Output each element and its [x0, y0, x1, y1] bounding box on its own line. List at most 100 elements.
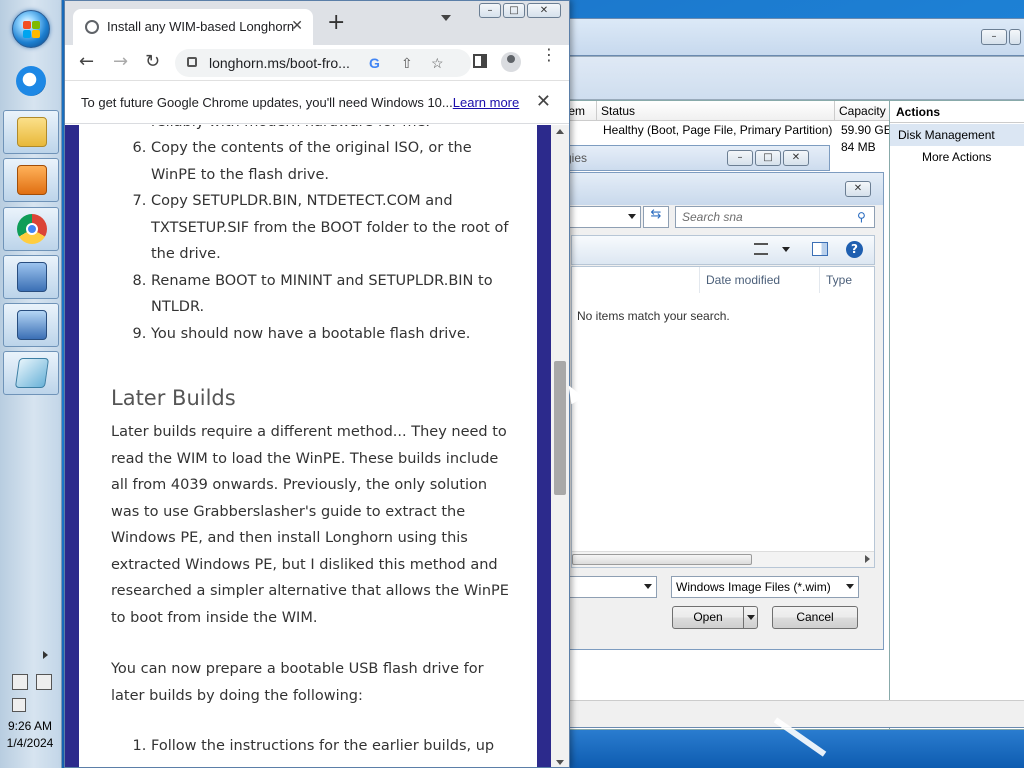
- close-button[interactable]: ✕: [527, 3, 561, 18]
- reload-button[interactable]: ↻: [145, 53, 160, 71]
- close-tab-icon[interactable]: ✕: [291, 17, 303, 34]
- view-menu-icon[interactable]: [754, 243, 768, 255]
- notepad-icon: [14, 358, 50, 388]
- action-center-icon[interactable]: [12, 674, 28, 690]
- scrollbar-thumb[interactable]: [554, 361, 566, 495]
- chrome-icon: [17, 214, 47, 244]
- browser-tab[interactable]: Install any WIM-based Longhorn ✕: [73, 9, 313, 45]
- file-type-select[interactable]: Windows Image Files (*.wim): [671, 576, 859, 598]
- horizontal-scrollbar[interactable]: [572, 551, 874, 567]
- taskbar-internet-explorer[interactable]: [3, 60, 59, 104]
- address-bar[interactable]: [561, 206, 641, 228]
- dialog-toolbar: ?: [571, 235, 875, 265]
- infobar-text: To get future Google Chrome updates, you…: [81, 95, 453, 110]
- clock-date[interactable]: 1/4/2024: [0, 736, 60, 750]
- column-header-capacity[interactable]: Capacity: [835, 101, 891, 121]
- dialog-close-button[interactable]: ✕: [845, 181, 871, 197]
- lock-icon: [187, 57, 197, 67]
- refresh-button[interactable]: ⇆: [643, 206, 669, 228]
- menu-kebab-icon[interactable]: ⋮: [541, 47, 557, 63]
- chevron-down-icon[interactable]: [747, 615, 755, 620]
- new-tab-button[interactable]: +: [327, 12, 345, 34]
- column-header-type[interactable]: Type: [820, 267, 876, 293]
- taskbar-file-explorer[interactable]: [3, 110, 59, 154]
- bookmark-star-icon[interactable]: ☆: [431, 55, 444, 72]
- profile-avatar-icon[interactable]: [501, 52, 521, 72]
- list-item: Follow the instructions for the earlier …: [151, 733, 511, 767]
- network-icon[interactable]: [36, 674, 52, 690]
- actions-more-actions[interactable]: More Actions: [890, 146, 1024, 168]
- globe-icon: [85, 20, 99, 34]
- back-button[interactable]: ←: [79, 53, 94, 71]
- chevron-down-icon: [628, 214, 636, 219]
- disk-management-toolbar: [560, 56, 1024, 100]
- later-steps-list: Follow the instructions for the earlier …: [111, 733, 511, 767]
- preview-pane-icon[interactable]: [812, 242, 828, 256]
- open-button-label: Open: [693, 610, 723, 624]
- maximize-button[interactable]: □: [503, 3, 525, 18]
- actions-pane: Actions Disk Management More Actions: [889, 100, 1024, 730]
- update-infobar: To get future Google Chrome updates, you…: [65, 82, 569, 124]
- file-explorer-icon: [17, 117, 47, 147]
- network-computer-icon: [17, 310, 47, 340]
- media-player-icon: [17, 165, 47, 195]
- infobar-close-icon[interactable]: ✕: [536, 91, 551, 112]
- volume-capacity: 59.90 GE: [841, 123, 891, 137]
- side-panel-icon[interactable]: [473, 54, 487, 68]
- scroll-down-icon[interactable]: [556, 760, 564, 765]
- page-viewport: reliably with modern hardware for me. Co…: [65, 125, 553, 767]
- address-bar[interactable]: longhorn.ms/boot-fro... G ⇧ ☆: [175, 49, 471, 77]
- open-button[interactable]: Open: [672, 606, 758, 629]
- earlier-steps-list: Copy the contents of the original ISO, o…: [111, 135, 511, 347]
- partial-line: reliably with modern hardware for me.: [151, 125, 430, 136]
- taskbar: 9:26 AM 1/4/2024: [0, 0, 62, 768]
- vertical-scrollbar[interactable]: [551, 125, 569, 767]
- taskbar-notepad[interactable]: [3, 351, 59, 395]
- taskbar-chrome[interactable]: [3, 207, 59, 251]
- taskbar-computer[interactable]: [3, 255, 59, 299]
- filename-combo[interactable]: [561, 576, 657, 598]
- close-button[interactable]: ✕: [783, 150, 809, 166]
- paragraph: Later builds require a different method.…: [111, 424, 509, 626]
- volume-status: Healthy (Boot, Page File, Primary Partit…: [603, 123, 833, 137]
- windows-logo-icon: [23, 21, 41, 39]
- column-header-date-modified[interactable]: Date modified: [700, 267, 820, 293]
- show-hidden-icons-icon[interactable]: [43, 651, 48, 659]
- actions-disk-management[interactable]: Disk Management: [890, 124, 1024, 146]
- scroll-up-icon[interactable]: [556, 129, 564, 134]
- tab-title: Install any WIM-based Longhorn: [107, 19, 295, 34]
- list-item: Copy the contents of the original ISO, o…: [151, 135, 511, 188]
- tab-search-icon[interactable]: [441, 15, 451, 21]
- maximize-button[interactable]: [1009, 29, 1021, 45]
- cancel-button[interactable]: Cancel: [772, 606, 858, 629]
- empty-message: No items match your search.: [577, 309, 730, 323]
- learn-more-link[interactable]: Learn more: [453, 95, 519, 110]
- chevron-down-icon[interactable]: [782, 247, 790, 252]
- volume-muted-icon[interactable]: [12, 698, 26, 712]
- help-icon[interactable]: ?: [846, 241, 863, 258]
- share-icon[interactable]: ⇧: [401, 55, 413, 72]
- column-header-status[interactable]: Status: [597, 101, 835, 121]
- minimize-button[interactable]: –: [479, 3, 501, 18]
- clock-time[interactable]: 9:26 AM: [0, 719, 60, 733]
- google-lens-icon[interactable]: G: [369, 55, 380, 71]
- forward-button[interactable]: →: [113, 53, 128, 71]
- internet-explorer-icon: [16, 66, 46, 96]
- maximize-button[interactable]: □: [755, 150, 781, 166]
- url-text: longhorn.ms/boot-fro...: [209, 55, 350, 71]
- paragraph: You can now prepare a bootable USB flash…: [111, 661, 484, 704]
- infobar-message: To get future Google Chrome updates, you…: [81, 95, 519, 110]
- minimize-button[interactable]: –: [727, 150, 753, 166]
- tab-strip: Install any WIM-based Longhorn ✕ + – □ ✕: [65, 1, 569, 45]
- section-heading: Later Builds: [111, 386, 236, 410]
- minimize-button[interactable]: –: [981, 29, 1007, 45]
- strategies-window-titlebar: gies – □ ✕: [560, 145, 830, 171]
- column-header-name[interactable]: [572, 267, 700, 293]
- taskbar-media-player[interactable]: [3, 158, 59, 202]
- scroll-right-icon[interactable]: [865, 555, 870, 563]
- actions-header: Actions: [890, 101, 1024, 123]
- search-input[interactable]: Search sna: [675, 206, 875, 228]
- start-button[interactable]: [12, 10, 50, 48]
- taskbar-network-computer[interactable]: [3, 303, 59, 347]
- scrollbar-thumb[interactable]: [572, 554, 752, 565]
